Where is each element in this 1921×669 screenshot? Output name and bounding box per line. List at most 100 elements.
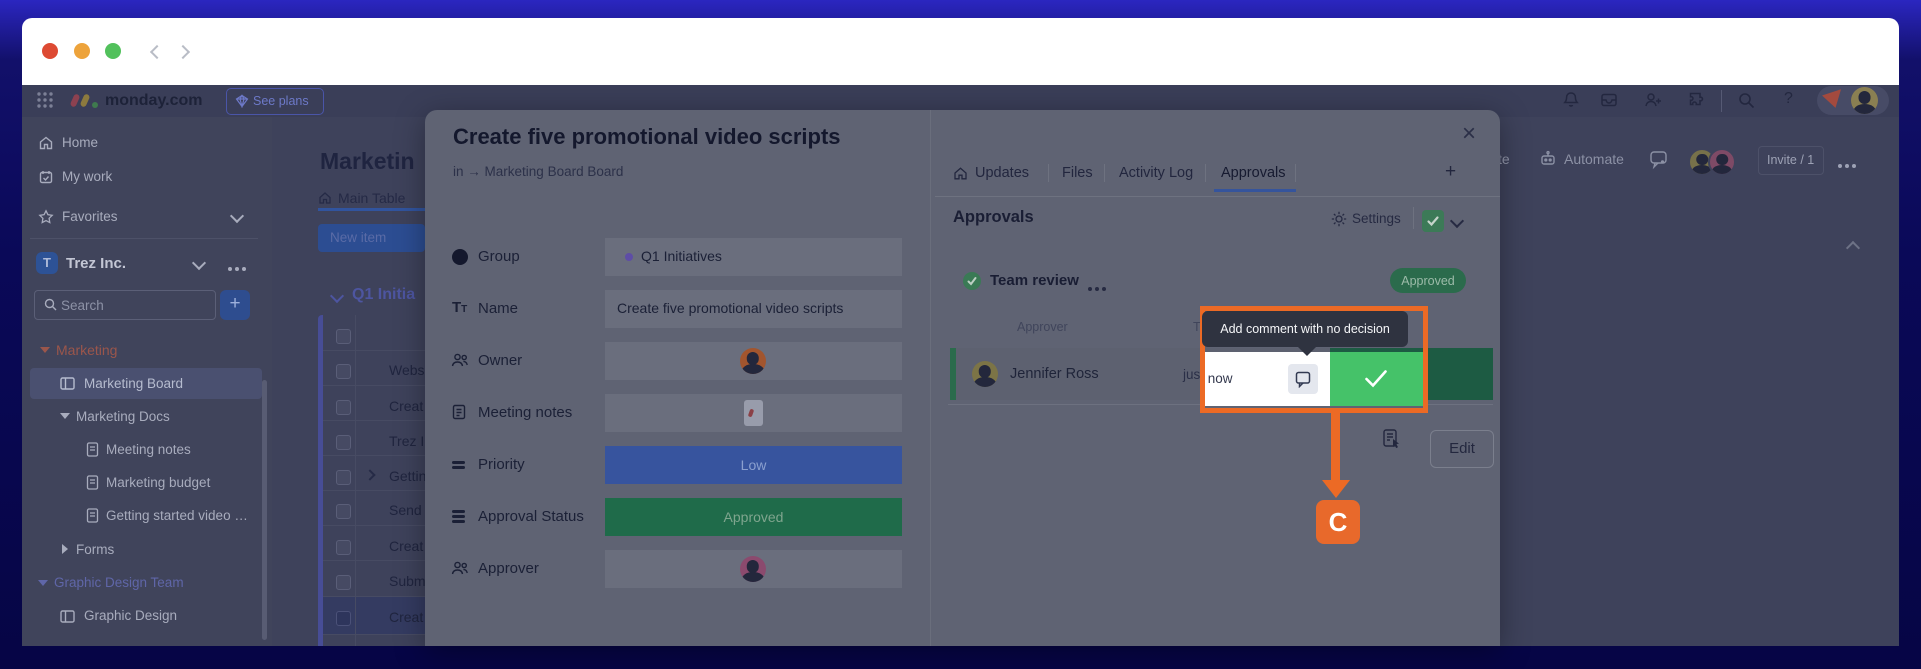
inbox-icon[interactable] [1599, 90, 1619, 110]
help-icon[interactable]: ? [1784, 90, 1793, 108]
add-board-button[interactable]: + [220, 290, 250, 320]
tab-files[interactable]: Files [1062, 165, 1093, 181]
search-icon[interactable] [1736, 90, 1756, 110]
table-row[interactable]: Subm [389, 573, 425, 589]
workspace-name[interactable]: Trez Inc. [66, 255, 126, 272]
board-more-icon[interactable] [1838, 157, 1859, 175]
group-title[interactable]: Q1 Initia [352, 286, 415, 304]
row-checkbox-selected[interactable] [336, 611, 351, 626]
invite-members-icon[interactable] [1643, 90, 1663, 110]
sidebar-item-home[interactable]: Home [62, 135, 98, 150]
traffic-light-zoom[interactable] [105, 43, 121, 59]
sidebar-workspace-graphic-design-team[interactable]: Graphic Design Team [54, 575, 184, 590]
sidebar-item-forms[interactable]: Forms [76, 542, 114, 557]
tab-updates[interactable]: Updates [975, 165, 1029, 181]
gem-icon [235, 94, 249, 108]
row-checkbox[interactable] [336, 575, 351, 590]
meeting-notes-value-cell[interactable] [605, 394, 902, 432]
automate-button[interactable]: Automate [1564, 151, 1624, 167]
chat-bubble-icon[interactable] [1648, 148, 1670, 170]
table-row[interactable]: Websi [389, 362, 425, 378]
traffic-light-minimize[interactable] [74, 43, 90, 59]
approver-value-cell[interactable] [605, 550, 902, 588]
sidebar-divider [30, 238, 258, 239]
approvals-heading: Approvals [953, 208, 1034, 227]
workspace-avatar[interactable]: T [36, 252, 58, 274]
edit-doc-cursor-icon[interactable] [1381, 428, 1403, 452]
doc-icon [86, 508, 99, 523]
sidebar-scrollbar[interactable] [262, 380, 267, 640]
approver-avatar[interactable] [740, 556, 766, 582]
field-label-approver: Approver [478, 560, 539, 577]
approval-toggle-checkbox[interactable] [1422, 210, 1444, 232]
people-icon [450, 559, 470, 577]
sidebar-item-marketing-board[interactable]: Marketing Board [84, 376, 183, 391]
tooltip: Add comment with no decision [1202, 311, 1408, 347]
gdt-collapse-icon[interactable] [38, 580, 48, 586]
marketing-collapse-icon[interactable] [40, 347, 50, 353]
sidebar-item-graphic-design[interactable]: Graphic Design [84, 608, 177, 623]
sidebar-item-favorites[interactable]: Favorites [62, 209, 118, 224]
group-value-cell[interactable]: Q1 Initiatives [605, 238, 902, 276]
table-row[interactable]: Send t [389, 502, 425, 518]
callout-letter: C [1329, 507, 1348, 537]
close-icon[interactable]: × [1462, 120, 1476, 148]
user-avatar[interactable] [1851, 87, 1878, 114]
settings-label[interactable]: Settings [1352, 211, 1401, 226]
settings-gear-icon[interactable] [1330, 210, 1348, 228]
sidebar-search-input[interactable] [34, 290, 216, 320]
row-checkbox[interactable] [336, 470, 351, 485]
monday-doc-file-icon[interactable] [744, 400, 763, 426]
invite-button[interactable]: Invite / 1 [1758, 146, 1824, 175]
sidebar-item-marketing-budget[interactable]: Marketing budget [106, 475, 210, 490]
breadcrumb-target[interactable]: Marketing Board Board [485, 164, 624, 179]
table-row[interactable]: Creat [389, 538, 425, 554]
marketing-docs-collapse-icon[interactable] [60, 413, 70, 419]
row-checkbox[interactable] [336, 504, 351, 519]
sidebar-item-meeting-notes[interactable]: Meeting notes [106, 442, 191, 457]
row-checkbox[interactable] [336, 400, 351, 415]
new-item-button[interactable]: New item [318, 224, 425, 252]
row-checkbox[interactable] [336, 540, 351, 555]
see-plans-button[interactable]: See plans [226, 88, 324, 115]
approval-status-value-cell[interactable]: Approved [605, 498, 902, 536]
step-more-icon[interactable] [1088, 280, 1109, 298]
notifications-bell-icon[interactable] [1561, 90, 1581, 110]
traffic-light-close[interactable] [42, 43, 58, 59]
sidebar-item-getting-started[interactable]: Getting started video … [106, 508, 256, 523]
member-avatar[interactable] [1708, 148, 1736, 176]
row-checkbox[interactable] [336, 364, 351, 379]
sidebar-item-my-work[interactable]: My work [62, 169, 112, 184]
table-row[interactable]: Creat [389, 398, 425, 414]
board-title: Marketin [320, 148, 415, 175]
see-plans-label: See plans [253, 94, 309, 108]
table-row[interactable]: Creat [389, 609, 425, 625]
row-separator [323, 385, 425, 386]
tab-activity-log[interactable]: Activity Log [1119, 165, 1193, 181]
owner-avatar[interactable] [740, 348, 766, 374]
meeting-notes-doc-icon [452, 404, 466, 420]
sidebar-workspace-marketing[interactable]: Marketing [56, 342, 117, 358]
row-checkbox[interactable] [336, 435, 351, 450]
row-checkbox[interactable] [336, 329, 351, 344]
priority-value-cell[interactable]: Low [605, 446, 902, 484]
add-tab-icon[interactable]: + [1445, 161, 1456, 183]
table-row[interactable]: Trez In [389, 433, 425, 449]
modal-column-divider [930, 110, 931, 646]
marketplace-puzzle-icon[interactable] [1687, 90, 1707, 110]
edit-button[interactable]: Edit [1430, 430, 1494, 468]
main-table-underline [318, 208, 425, 211]
status-badge-label: Approved [1401, 274, 1455, 288]
favorites-star-icon [38, 209, 54, 225]
name-value-cell[interactable]: Create five promotional video scripts [605, 290, 902, 328]
sidebar-item-marketing-docs[interactable]: Marketing Docs [76, 409, 170, 424]
owner-value-cell[interactable] [605, 342, 902, 380]
apps-grid-icon[interactable] [36, 91, 54, 109]
table-row[interactable]: Gettin [389, 468, 425, 484]
people-icon [450, 351, 470, 369]
workspace-more-icon[interactable] [228, 260, 249, 278]
forms-expand-icon[interactable] [62, 544, 68, 554]
field-label-group: Group [478, 248, 520, 265]
tab-main-table[interactable]: Main Table [338, 190, 405, 206]
tab-approvals[interactable]: Approvals [1221, 165, 1285, 181]
